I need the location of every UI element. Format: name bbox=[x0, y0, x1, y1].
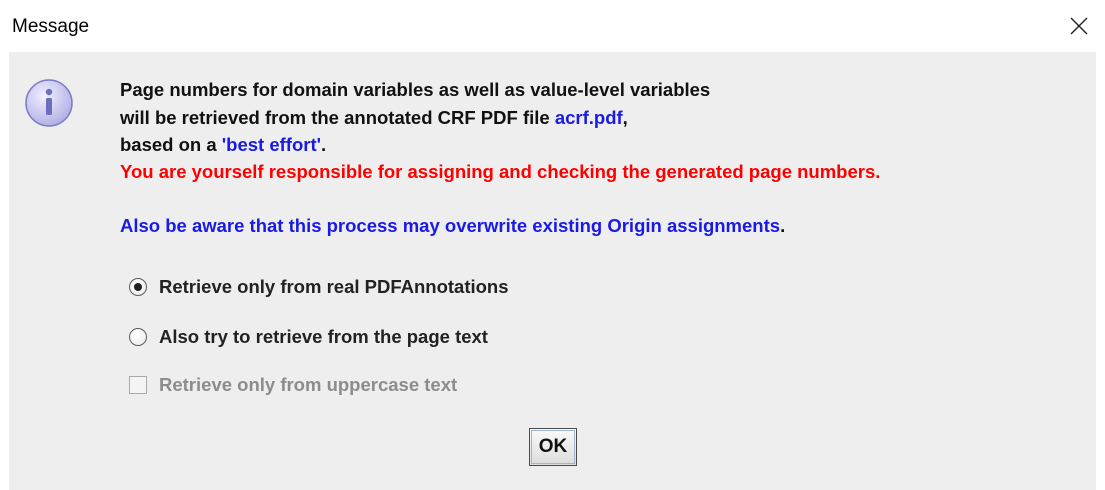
close-icon bbox=[1070, 17, 1088, 35]
radio-real-pdf-annotations[interactable]: Retrieve only from real PDFAnnotations bbox=[129, 275, 509, 299]
checkbox-label: Retrieve only from uppercase text bbox=[159, 374, 458, 395]
best-effort-text: 'best effort' bbox=[221, 134, 322, 155]
radio-button-selected[interactable] bbox=[129, 278, 147, 296]
checkbox-uppercase-only: Retrieve only from uppercase text bbox=[129, 373, 457, 397]
file-name: acrf.pdf bbox=[554, 107, 623, 128]
message-line-3: based on a 'best effort'. bbox=[120, 134, 326, 156]
close-button[interactable] bbox=[1053, 0, 1105, 52]
warning-message: You are yourself responsible for assigni… bbox=[120, 161, 881, 182]
dialog-content: Page numbers for domain variables as wel… bbox=[9, 52, 1096, 490]
message-text: will be retrieved from the annotated CRF… bbox=[120, 107, 555, 128]
title-bar: Message bbox=[0, 0, 1105, 52]
overwrite-text: Also be aware that this process may over… bbox=[120, 215, 781, 236]
message-text: Page numbers for domain variables as wel… bbox=[120, 79, 711, 100]
message-text: . bbox=[780, 215, 786, 236]
window-title: Message bbox=[12, 16, 90, 37]
ok-button[interactable]: OK bbox=[529, 428, 577, 466]
radio-label: Also try to retrieve from the page text bbox=[159, 326, 488, 347]
radio-label: Retrieve only from real PDFAnnotations bbox=[159, 276, 509, 297]
message-text: based on a bbox=[120, 134, 222, 155]
message-text: . bbox=[321, 134, 327, 155]
radio-button[interactable] bbox=[129, 328, 147, 346]
overwrite-notice: Also be aware that this process may over… bbox=[120, 215, 785, 237]
message-line-2: will be retrieved from the annotated CRF… bbox=[120, 107, 628, 129]
radio-page-text[interactable]: Also try to retrieve from the page text bbox=[129, 325, 488, 349]
message-line-1: Page numbers for domain variables as wel… bbox=[120, 79, 710, 101]
checkbox bbox=[129, 376, 147, 394]
message-dialog: Message Page numbers for domain variable… bbox=[0, 0, 1105, 490]
info-icon bbox=[25, 79, 73, 127]
message-text: , bbox=[622, 107, 628, 128]
